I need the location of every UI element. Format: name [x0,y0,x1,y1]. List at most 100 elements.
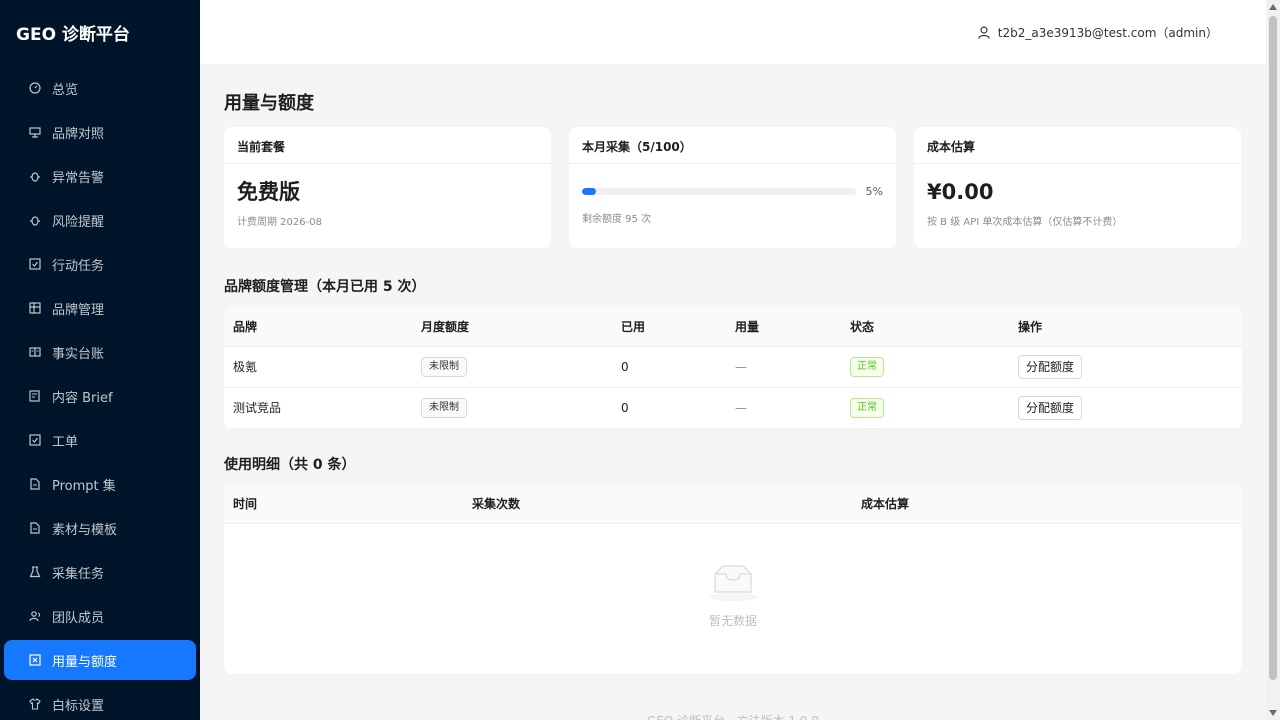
collection-card-title: 本月采集（5/100） [569,127,896,164]
cost-note: 按 B 级 API 单次成本估算（仅估算不计费） [927,217,1123,228]
col-cost-estimate: 成本估算 [852,484,1242,524]
sidebar-item-action-tasks[interactable]: 行动任务 [4,244,196,284]
remaining-quota: 剩余额度 95 次 [582,214,652,225]
progress-track [582,187,856,195]
file-icon [28,477,42,491]
sidebar-item-fact-ledger[interactable]: 事实台账 [4,332,196,372]
quota-tag: 未限制 [421,397,467,418]
col-brand: 品牌 [224,307,412,347]
team-icon [28,609,42,623]
top-header: t2b2_a3e3913b@test.com（admin） [200,0,1266,64]
usage-detail-title: 使用明细（共 0 条） [224,456,356,473]
sidebar-item-risk-alerts[interactable]: 风险提醒 [4,200,196,240]
sidebar-item-brand-management[interactable]: 品牌管理 [4,288,196,328]
sidebar-item-label: 用量与额度 [52,654,118,670]
usage-value: — [726,387,841,429]
collection-progress: 5% [582,182,883,200]
doc-edit-icon [28,389,42,403]
flask-icon [28,565,42,579]
sidebar-item-tickets[interactable]: 工单 [4,420,196,460]
cost-card-title: 成本估算 [914,127,1241,164]
compare-icon [28,125,42,139]
col-time: 时间 [224,484,463,524]
checkbox-icon [28,257,42,271]
sidebar-item-overview[interactable]: 总览 [4,68,196,108]
sidebar-item-label: Prompt 集 [52,478,116,494]
table-header-row: 时间 采集次数 成本估算 [224,484,1242,524]
col-monthly-quota: 月度额度 [412,307,612,347]
scroll-up-arrow-icon[interactable] [1269,4,1277,10]
empty-state: 暂无数据 [224,524,1242,674]
scroll-thumb[interactable] [1269,16,1277,680]
brand-quota-table: 品牌 月度额度 已用 用量 状态 操作 极氪 未限制 0 — 正常 分配额度 测… [224,307,1242,429]
bug-icon [28,169,42,183]
col-used: 已用 [612,307,726,347]
sidebar-item-collection-tasks[interactable]: 采集任务 [4,552,196,592]
alert-icon [28,213,42,227]
allocate-quota-button[interactable]: 分配额度 [1018,395,1083,420]
usage-detail-table: 时间 采集次数 成本估算 暂无数据 [224,484,1242,674]
brand-name: 测试竞品 [224,387,412,429]
page-title: 用量与额度 [224,93,314,114]
sidebar-item-label: 异常告警 [52,170,105,186]
sidebar-item-usage-quota[interactable]: 用量与额度 [4,640,196,680]
progress-fill [582,187,596,195]
brand-quota-title: 品牌额度管理（本月已用 5 次） [224,279,426,295]
collection-card: 本月采集（5/100） 5% 剩余额度 95 次 [569,127,896,248]
user-email: t2b2_a3e3913b@test.com（admin） [997,25,1218,40]
used-count: 0 [612,387,726,429]
sidebar-item-anomaly-alerts[interactable]: 异常告警 [4,156,196,196]
user-menu[interactable]: t2b2_a3e3913b@test.com（admin） [978,24,1218,41]
billing-period: 计费周期 2026-08 [237,217,322,228]
usage-icon [28,653,42,667]
sidebar-item-label: 素材与模板 [52,522,118,538]
scroll-down-arrow-icon[interactable] [1269,710,1277,716]
status-badge: 正常 [850,356,884,377]
sidebar-item-whitelabel-settings[interactable]: 白标设置 [4,684,196,720]
sidebar-item-team-members[interactable]: 团队成员 [4,596,196,636]
sidebar-item-content-brief[interactable]: 内容 Brief [4,376,196,416]
cost-value: ¥0.00 [927,180,994,204]
col-usage: 用量 [726,307,841,347]
sidebar-item-label: 行动任务 [52,258,105,274]
sidebar-item-assets-templates[interactable]: 素材与模板 [4,508,196,548]
sidebar-item-label: 风险提醒 [52,214,105,230]
grid-icon [28,301,42,315]
plan-name: 免费版 [237,180,300,204]
page-scrollbar[interactable] [1266,0,1280,720]
ledger-icon [28,345,42,359]
sidebar-item-label: 采集任务 [52,566,105,582]
summary-cards: 当前套餐 免费版 计费周期 2026-08 本月采集（5/100） 5% 剩余额… [224,127,1242,248]
plan-card-title: 当前套餐 [224,127,551,164]
empty-text: 暂无数据 [708,614,757,628]
sidebar-item-brand-compare[interactable]: 品牌对照 [4,112,196,152]
usage-value: — [726,346,841,388]
allocate-quota-button[interactable]: 分配额度 [1018,354,1083,379]
user-icon [978,25,990,39]
table-row: 极氪 未限制 0 — 正常 分配额度 [224,346,1242,388]
checkbox-icon [28,433,42,447]
file-icon [28,521,42,535]
sidebar-item-label: 总览 [52,82,79,98]
empty-inbox-icon [707,562,759,606]
table-row: 测试竞品 未限制 0 — 正常 分配额度 [224,387,1242,429]
sidebar-item-label: 工单 [52,434,79,450]
shirt-icon [28,697,42,711]
sidebar: GEO 诊断平台 总览 品牌对照 异常告警 风险提醒 行动任务 品牌管理 事实台… [0,0,200,720]
col-collect-count: 采集次数 [463,484,852,524]
sidebar-item-prompt-set[interactable]: Prompt 集 [4,464,196,504]
sidebar-menu: 总览 品牌对照 异常告警 风险提醒 行动任务 品牌管理 事实台账 内容 Brie… [0,68,200,720]
sidebar-item-label: 团队成员 [52,610,105,626]
dashboard-icon [28,81,42,95]
sidebar-item-label: 白标设置 [52,698,105,714]
plan-card: 当前套餐 免费版 计费周期 2026-08 [224,127,551,248]
brand-name: 极氪 [224,346,412,388]
sidebar-item-label: 品牌管理 [52,302,105,318]
col-status: 状态 [841,307,1009,347]
page-footer: GEO 诊断平台 · 方法版本 1.0.0 [224,712,1242,720]
sidebar-item-label: 品牌对照 [52,126,105,142]
used-count: 0 [612,346,726,388]
quota-tag: 未限制 [421,356,467,377]
table-header-row: 品牌 月度额度 已用 用量 状态 操作 [224,307,1242,347]
status-badge: 正常 [850,397,884,418]
